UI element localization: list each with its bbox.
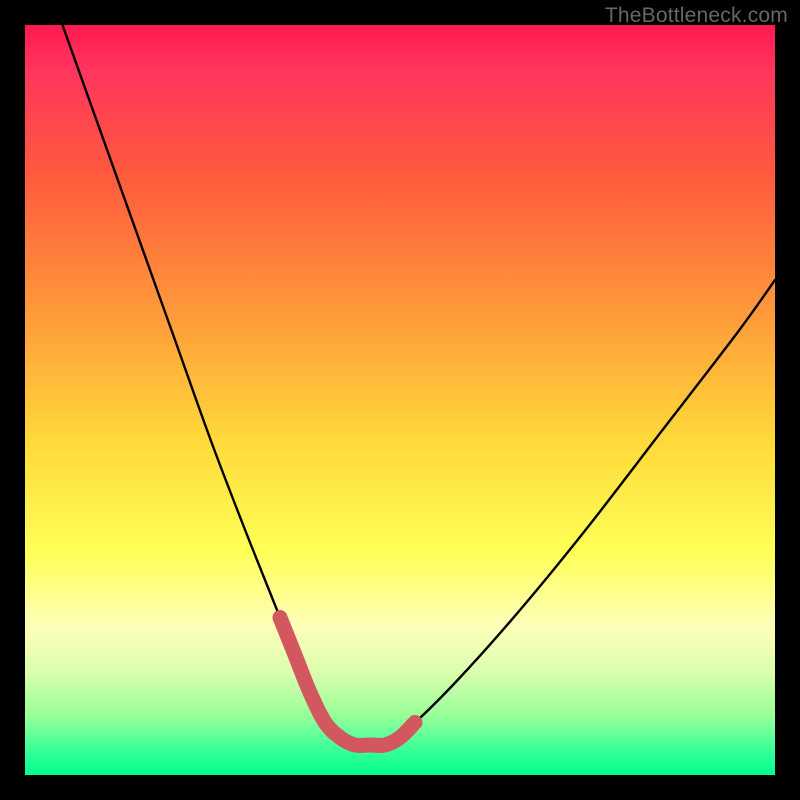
watermark-text: TheBottleneck.com: [605, 4, 788, 28]
curve-svg: [25, 25, 775, 775]
chart-frame: TheBottleneck.com: [0, 0, 800, 800]
plot-area: [25, 25, 775, 775]
minimum-highlight: [280, 618, 415, 746]
bottleneck-curve: [63, 25, 776, 747]
